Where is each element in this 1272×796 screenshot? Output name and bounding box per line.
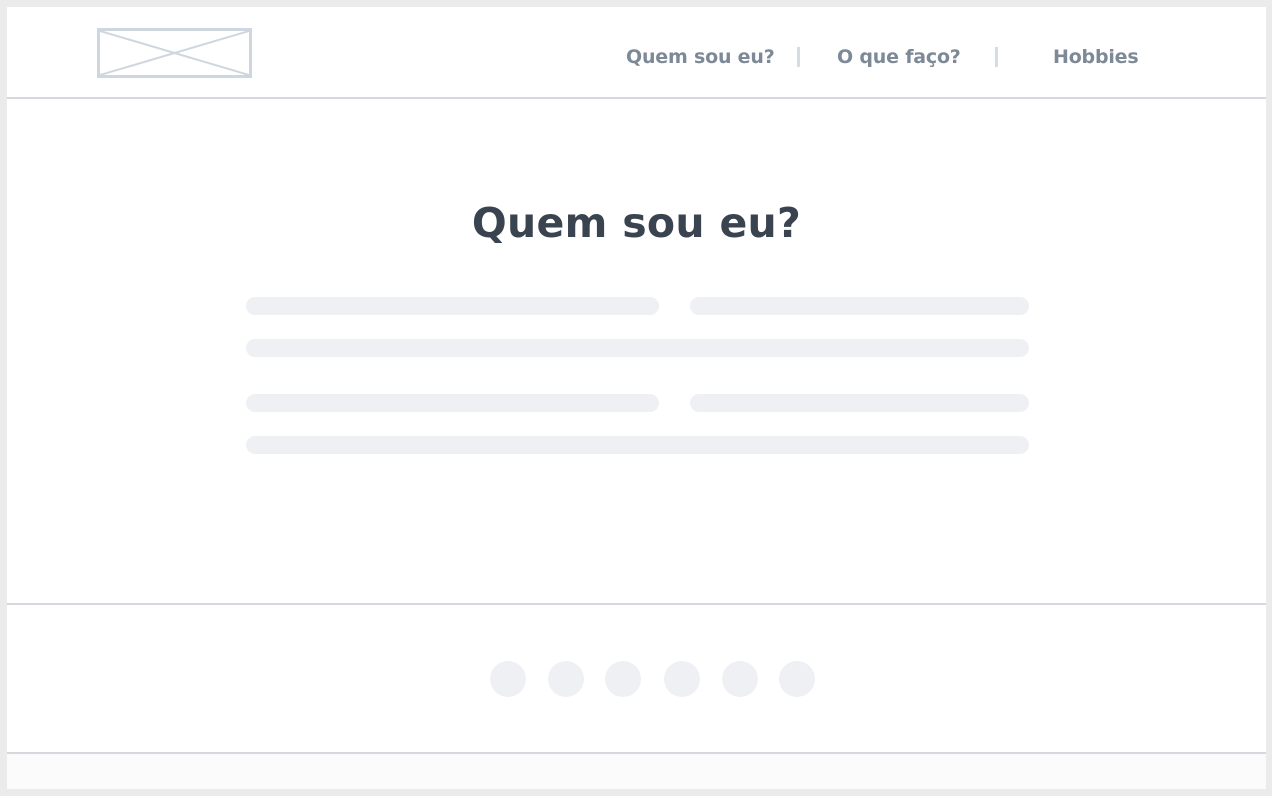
nav-separator <box>797 47 800 67</box>
social-icon[interactable] <box>548 661 584 697</box>
nav-link-hobbies[interactable]: Hobbies <box>1053 45 1139 69</box>
text-placeholder-line <box>246 436 1029 454</box>
text-placeholder-line <box>246 297 659 315</box>
text-placeholder-line <box>690 394 1029 412</box>
bottom-strip <box>7 754 1266 789</box>
text-placeholder-line <box>690 297 1029 315</box>
social-icon[interactable] <box>722 661 758 697</box>
text-placeholder-line <box>246 339 1029 357</box>
main-content: Quem sou eu? <box>7 99 1266 603</box>
site-header: Quem sou eu? O que faço? Hobbies <box>7 7 1266 99</box>
logo-placeholder-icon[interactable] <box>97 28 252 78</box>
nav-separator <box>995 47 998 67</box>
section-title: Quem sou eu? <box>471 199 802 247</box>
social-icon[interactable] <box>779 661 815 697</box>
nav-link-o-que-faco[interactable]: O que faço? <box>837 45 961 69</box>
site-footer <box>7 603 1266 754</box>
social-icon[interactable] <box>490 661 526 697</box>
text-placeholder-line <box>246 394 659 412</box>
social-icon[interactable] <box>605 661 641 697</box>
nav-link-quem-sou-eu[interactable]: Quem sou eu? <box>626 45 775 69</box>
social-icon[interactable] <box>664 661 700 697</box>
page-frame: Quem sou eu? O que faço? Hobbies Quem so… <box>7 7 1266 789</box>
